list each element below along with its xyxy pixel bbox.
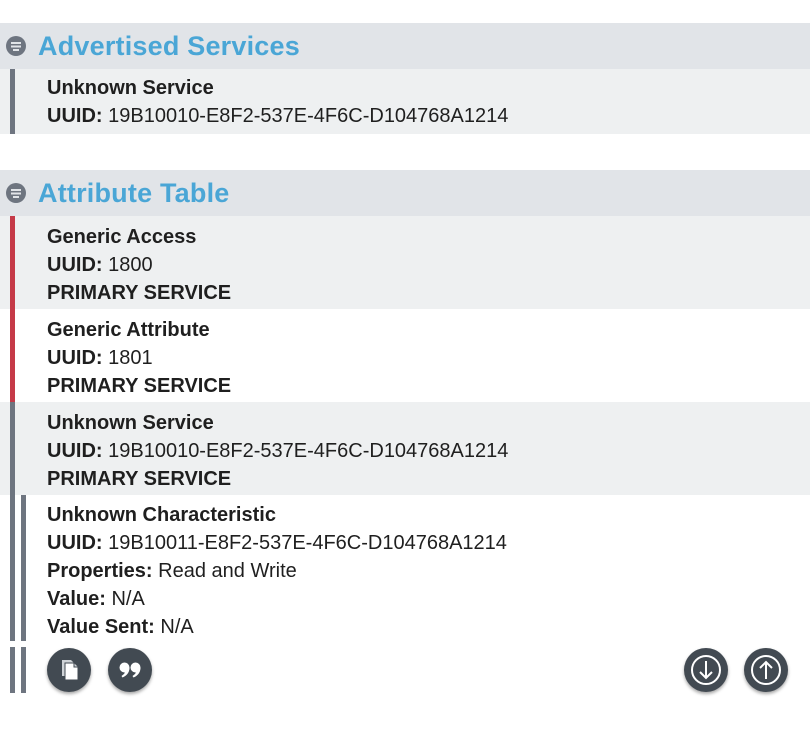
properties-label: Properties: — [47, 560, 153, 582]
value-value: N/A — [111, 588, 145, 610]
characteristic-properties: Properties: Read and Write — [47, 557, 507, 585]
service-type: PRIMARY SERVICE — [47, 375, 232, 397]
service-name: Generic Attribute — [47, 319, 210, 341]
service-name: Unknown Service — [47, 412, 214, 434]
service-bar — [10, 69, 15, 134]
uuid-value: 1800 — [108, 254, 153, 276]
uuid-value: 1801 — [108, 347, 153, 369]
service-bar — [10, 216, 15, 309]
characteristic-name: Unknown Characteristic — [47, 504, 276, 526]
uuid-label: UUID: — [47, 254, 103, 276]
service-uuid: UUID: 19B10010-E8F2-537E-4F6C-D104768A12… — [47, 102, 508, 130]
quote-button[interactable] — [108, 648, 152, 692]
uuid-value: 19B10011-E8F2-537E-4F6C-D104768A1214 — [108, 532, 507, 554]
scroll-down-button[interactable] — [684, 648, 728, 692]
characteristic-uuid: UUID: 19B10011-E8F2-537E-4F6C-D104768A12… — [47, 529, 507, 557]
quote-icon — [118, 660, 142, 680]
uuid-label: UUID: — [47, 532, 103, 554]
scroll-up-button[interactable] — [744, 648, 788, 692]
service-type: PRIMARY SERVICE — [47, 468, 232, 490]
characteristic-actions — [0, 647, 810, 693]
section-title: Attribute Table — [38, 177, 230, 208]
uuid-value: 19B10010-E8F2-537E-4F6C-D104768A1214 — [108, 440, 509, 462]
characteristic-value-sent: Value Sent: N/A — [47, 613, 507, 641]
value-label: Value: — [47, 588, 106, 610]
service-uuid: UUID: 1801 — [47, 344, 231, 372]
properties-value: Read and Write — [158, 560, 297, 582]
value-sent-value: N/A — [160, 616, 194, 638]
attribute-table-header[interactable]: Attribute Table — [0, 170, 810, 216]
collapse-icon[interactable] — [4, 34, 28, 58]
service-name: Unknown Service — [47, 77, 214, 99]
advertised-service-entry[interactable]: Unknown Service UUID: 19B10010-E8F2-537E… — [0, 69, 810, 134]
advertised-services-header[interactable]: Advertised Services — [0, 23, 810, 69]
value-sent-label: Value Sent: — [47, 616, 155, 638]
copy-icon — [58, 658, 80, 682]
service-bar — [10, 309, 15, 402]
arrow-down-icon — [690, 654, 722, 686]
section-title: Advertised Services — [38, 30, 300, 61]
characteristic-bar — [21, 647, 26, 693]
collapse-icon[interactable] — [4, 181, 28, 205]
service-bar — [10, 402, 15, 495]
characteristic-bar — [21, 495, 26, 641]
service-uuid: UUID: 1800 — [47, 251, 231, 279]
uuid-label: UUID: — [47, 105, 103, 127]
copy-button[interactable] — [47, 648, 91, 692]
uuid-label: UUID: — [47, 440, 103, 462]
service-bar — [10, 495, 15, 641]
service-name: Generic Access — [47, 226, 197, 248]
ble-device-page: Advertised Services Unknown Service UUID… — [0, 0, 810, 744]
service-bar — [10, 647, 15, 693]
uuid-value: 19B10010-E8F2-537E-4F6C-D104768A1214 — [108, 105, 509, 127]
attribute-entry[interactable]: Unknown Service UUID: 19B10010-E8F2-537E… — [0, 402, 810, 495]
characteristic-value: Value: N/A — [47, 585, 507, 613]
arrow-up-icon — [750, 654, 782, 686]
attribute-entry[interactable]: Generic Access UUID: 1800 PRIMARY SERVIC… — [0, 216, 810, 309]
uuid-label: UUID: — [47, 347, 103, 369]
characteristic-entry[interactable]: Unknown Characteristic UUID: 19B10011-E8… — [0, 495, 810, 641]
service-type: PRIMARY SERVICE — [47, 282, 232, 304]
attribute-entry[interactable]: Generic Attribute UUID: 1801 PRIMARY SER… — [0, 309, 810, 402]
service-uuid: UUID: 19B10010-E8F2-537E-4F6C-D104768A12… — [47, 437, 508, 465]
